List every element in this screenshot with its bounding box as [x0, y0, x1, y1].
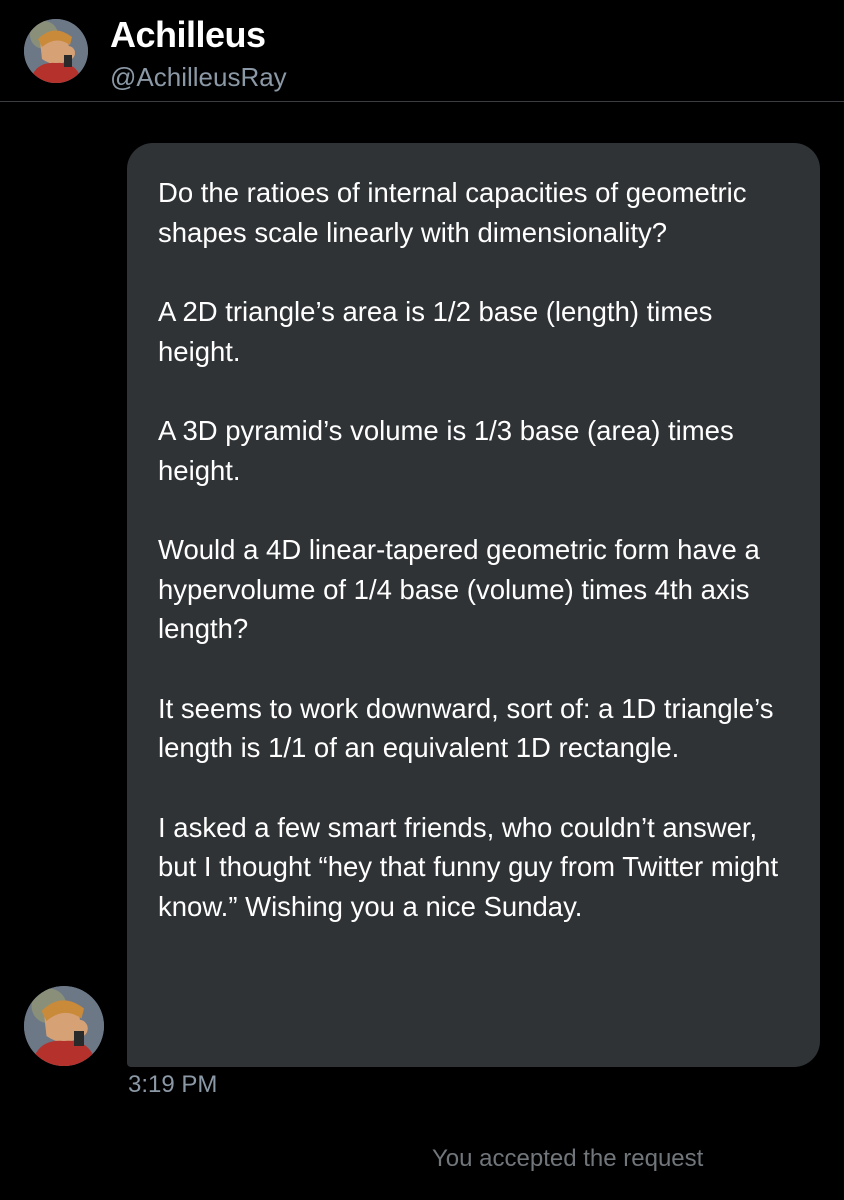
- sender-avatar[interactable]: [24, 986, 104, 1066]
- message-paragraph: Would a 4D linear-tapered geometric form…: [158, 534, 760, 644]
- message-bubble: Do the ratioes of internal capacities of…: [127, 143, 820, 1067]
- message-paragraph: A 2D triangle’s area is 1/2 base (length…: [158, 296, 713, 367]
- request-accepted-note: You accepted the request: [432, 1145, 704, 1172]
- message-paragraph: I asked a few smart friends, who couldn’…: [158, 811, 779, 922]
- message-paragraph: A 3D pyramid’s volume is 1/3 base (area)…: [158, 415, 734, 486]
- display-name[interactable]: Achilleus: [110, 14, 266, 56]
- profile-avatar[interactable]: [24, 19, 88, 83]
- avatar-illustration-icon: [24, 986, 104, 1066]
- conversation-header: Achilleus @AchilleusRay: [0, 0, 844, 102]
- message-paragraph: It seems to work downward, sort of: a 1D…: [158, 692, 774, 764]
- message-timestamp: 3:19 PM: [128, 1071, 218, 1098]
- avatar-illustration-icon: [24, 19, 88, 83]
- username[interactable]: @AchilleusRay: [110, 62, 287, 93]
- message-paragraph: Do the ratioes of internal capacities of…: [158, 177, 747, 248]
